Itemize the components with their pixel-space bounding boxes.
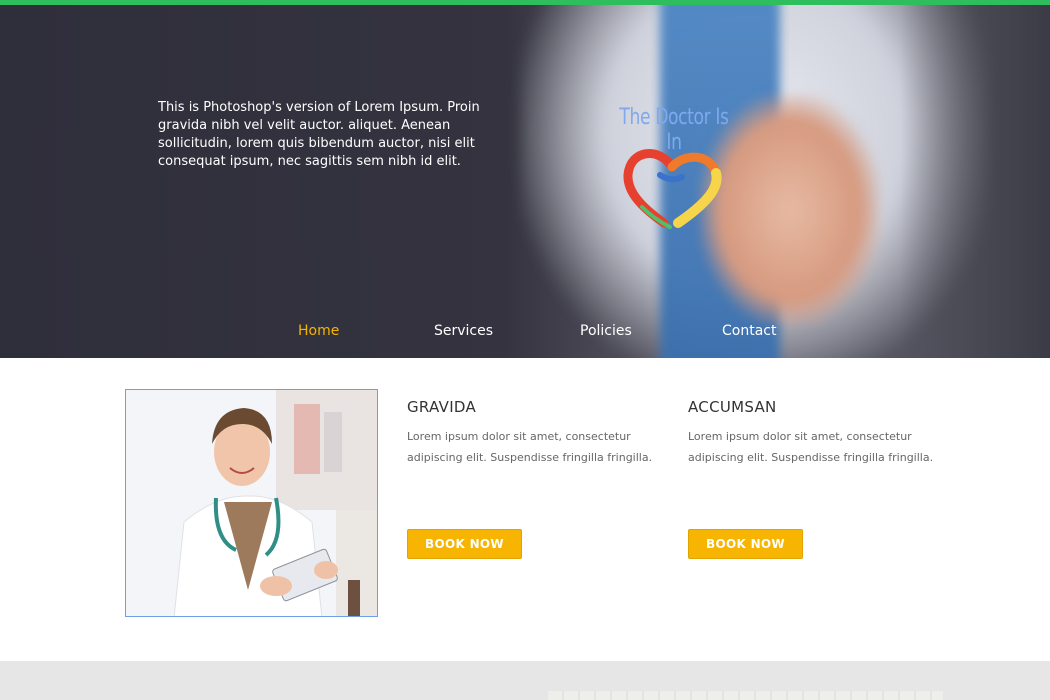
map-preview[interactable] — [548, 691, 943, 700]
doctor-photo — [125, 389, 378, 617]
service-card-gravida: GRAVIDA Lorem ipsum dolor sit amet, cons… — [407, 398, 657, 559]
doctor-photo-illustration — [126, 390, 377, 616]
service-card-accumsan: ACCUMSAN Lorem ipsum dolor sit amet, con… — [688, 398, 938, 559]
footer-band — [0, 661, 1050, 700]
service-card-text: Lorem ipsum dolor sit amet, consectetur … — [407, 430, 653, 464]
main-nav: Home Services Policies Contact — [0, 323, 1050, 353]
hero-banner: This is Photoshop's version of Lorem Ips… — [0, 5, 1050, 358]
heart-ribbon-logo-icon[interactable] — [620, 145, 724, 231]
service-card-title: GRAVIDA — [407, 398, 477, 416]
book-now-button[interactable]: BOOK NOW — [688, 529, 803, 559]
nav-item-policies[interactable]: Policies — [580, 323, 632, 339]
service-card-title: ACCUMSAN — [688, 398, 777, 416]
book-now-button[interactable]: BOOK NOW — [407, 529, 522, 559]
services-section: GRAVIDA Lorem ipsum dolor sit amet, cons… — [0, 358, 1050, 661]
nav-item-home[interactable]: Home — [298, 323, 339, 339]
hero-intro-text: This is Photoshop's version of Lorem Ips… — [158, 100, 480, 169]
nav-item-services[interactable]: Services — [434, 323, 493, 339]
nav-item-contact[interactable]: Contact — [722, 323, 776, 339]
service-card-text: Lorem ipsum dolor sit amet, consectetur … — [688, 430, 934, 464]
hero-background-shade — [900, 5, 1050, 358]
